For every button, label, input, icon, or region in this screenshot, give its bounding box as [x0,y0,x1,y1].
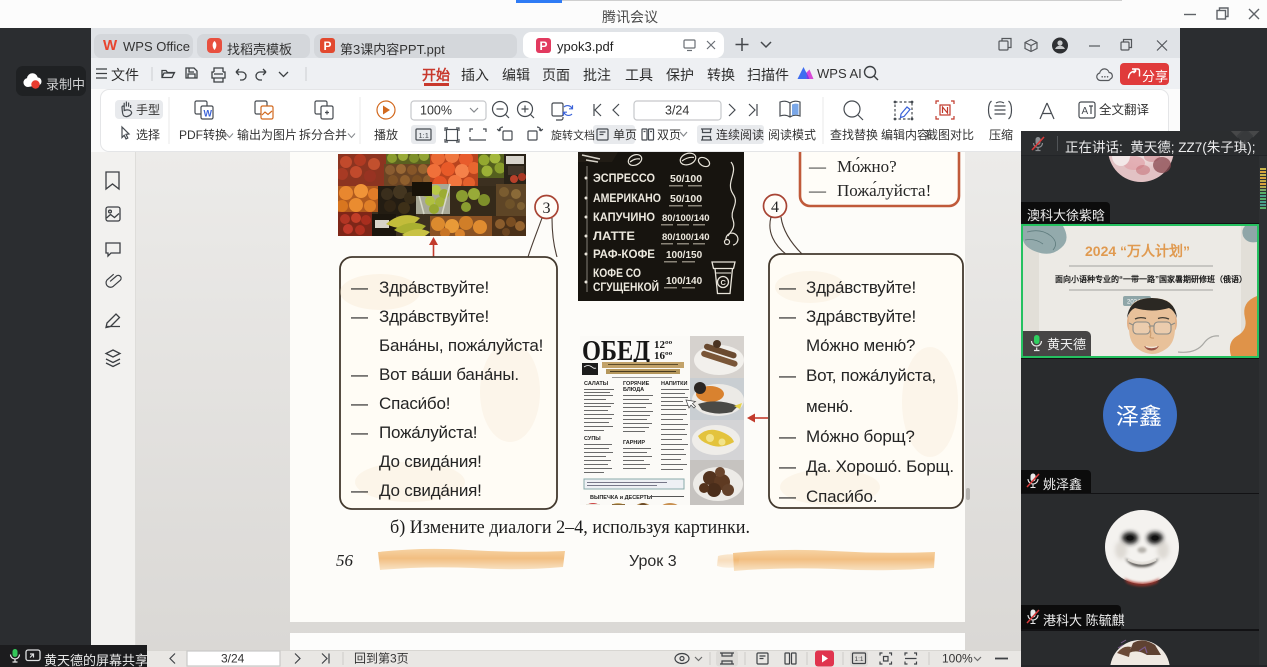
svg-text:Спаси́бо.: Спаси́бо. [806,487,877,506]
svg-text:б) Измените диалоги 2–4, испол: б) Измените диалоги 2–4, используя карти… [390,517,750,538]
svg-text:拆分合并: 拆分合并 [299,127,347,142]
svg-text:До свида́ния!: До свида́ния! [379,452,482,471]
svg-text:3: 3 [543,200,551,217]
svg-text:播放: 播放 [374,127,398,142]
svg-text:50/100: 50/100 [670,173,702,185]
svg-text:Спаси́бо!: Спаси́бо! [379,394,450,413]
svg-text:РАФ-КОФЕ: РАФ-КОФЕ [593,247,655,261]
svg-text:—: — [351,423,368,442]
svg-text:Здра́вствуйте!: Здра́вствуйте! [806,278,916,297]
svg-text:全文翻译: 全文翻译 [1099,102,1150,117]
svg-text:面向小语种专业的“一带一路”国家暑期研修班（俄语）: 面向小语种专业的“一带一路”国家暑期研修班（俄语） [1055,274,1247,284]
svg-text:—: — [351,394,368,413]
svg-text:—: — [351,481,368,500]
svg-text:АМЕРИКАНО: АМЕРИКАНО [593,191,661,205]
svg-text:Да. Хорошо́. Борщ.: Да. Хорошо́. Борщ. [806,457,954,476]
svg-text:Здра́вствуйте!: Здра́вствуйте! [806,307,916,326]
svg-text:Пожа́луйста!: Пожа́луйста! [379,423,477,442]
svg-text:80/100/140: 80/100/140 [662,213,710,224]
svg-text:Мо́жно?: Мо́жно? [837,156,897,176]
svg-text:—: — [779,366,796,385]
svg-text:连续阅读: 连续阅读 [716,127,764,142]
svg-text:Урок 3: Урок 3 [629,553,677,570]
svg-text:—: — [779,487,796,506]
svg-text:ЭСПРЕССО: ЭСПРЕССО [593,171,655,185]
svg-text:双页: 双页 [657,128,681,142]
svg-text:ЛАТТЕ: ЛАТТЕ [593,229,635,243]
svg-text:50/100: 50/100 [670,193,702,205]
svg-text:输出为图片: 输出为图片 [237,127,297,142]
svg-text:—: — [808,157,827,176]
svg-text:Здра́вствуйте!: Здра́вствуйте! [379,278,489,297]
svg-text:—: — [779,457,796,476]
svg-text:手型: 手型 [136,103,160,117]
svg-text:100/140: 100/140 [666,276,703,287]
svg-text:КОФЕ СО: КОФЕ СО [593,266,641,280]
svg-text:查找替换: 查找替换 [830,128,878,142]
svg-text:Здра́вствуйте!: Здра́вствуйте! [379,307,489,326]
svg-text:3/24: 3/24 [221,652,245,666]
svg-text:Вот ва́ши бана́ны.: Вот ва́ши бана́ны. [379,365,519,384]
svg-text:—: — [351,278,368,297]
svg-text:C: C [721,278,727,287]
svg-text:НАПИТКИ: НАПИТКИ [661,381,687,387]
svg-text:—: — [351,365,368,384]
svg-text:截图对比: 截图对比 [926,128,974,142]
svg-text:选择: 选择 [136,128,160,142]
svg-text:单页: 单页 [613,128,637,142]
svg-text:меню́.: меню́. [806,397,853,416]
svg-text:56: 56 [336,551,354,570]
svg-text:3/24: 3/24 [665,104,689,118]
svg-text:СУПЫ: СУПЫ [584,436,601,442]
svg-text:泽鑫: 泽鑫 [1116,403,1162,429]
svg-text:Бана́ны, пожа́луйста!: Бана́ны, пожа́луйста! [379,336,543,355]
svg-text:4: 4 [771,199,779,216]
svg-text:W: W [204,109,213,119]
svg-text:—: — [808,181,827,200]
svg-text:ГАРНИР: ГАРНИР [623,440,645,446]
svg-text:—: — [351,307,368,326]
svg-text:СГУЩЕНКОЙ: СГУЩЕНКОЙ [593,279,659,294]
svg-text:Мо́жно борщ?: Мо́жно борщ? [806,427,915,446]
svg-text:80/100/140: 80/100/140 [662,232,710,243]
svg-text:编辑内容: 编辑内容 [881,127,929,142]
svg-text:压缩: 压缩 [989,127,1013,142]
svg-text:A: A [1082,106,1089,117]
svg-text:100%: 100% [420,104,452,118]
svg-text:旋转文档: 旋转文档 [551,128,595,142]
svg-text:Мо́жно меню́?: Мо́жно меню́? [806,336,915,355]
svg-text:—: — [779,427,796,446]
svg-text:PDF转换: PDF转换 [179,127,227,142]
svg-text:ВЫПЕЧКА и ДЕСЕРТЫ: ВЫПЕЧКА и ДЕСЕРТЫ [590,495,653,501]
svg-text:Вот, пожа́луйста,: Вот, пожа́луйста, [806,366,936,385]
svg-text:16ºº: 16ºº [654,350,673,362]
svg-text:100/150: 100/150 [666,250,703,261]
svg-text:回到第3页: 回到第3页 [354,652,409,666]
svg-text:До свида́ния!: До свида́ния! [379,481,482,500]
svg-text:1:1: 1:1 [419,131,429,140]
svg-text:—: — [779,307,796,326]
svg-text:КАПУЧИНО: КАПУЧИНО [593,210,655,224]
svg-text:—: — [779,278,796,297]
svg-text:100%: 100% [942,652,973,666]
svg-text:САЛАТЫ: САЛАТЫ [584,381,609,387]
svg-text:阅读模式: 阅读模式 [768,128,816,142]
svg-text:Пожа́луйста!: Пожа́луйста! [837,180,931,200]
svg-text:1:1: 1:1 [855,656,864,663]
svg-text:БЛЮДА: БЛЮДА [623,387,644,393]
svg-text:2024 “万人计划”: 2024 “万人计划” [1085,243,1190,259]
